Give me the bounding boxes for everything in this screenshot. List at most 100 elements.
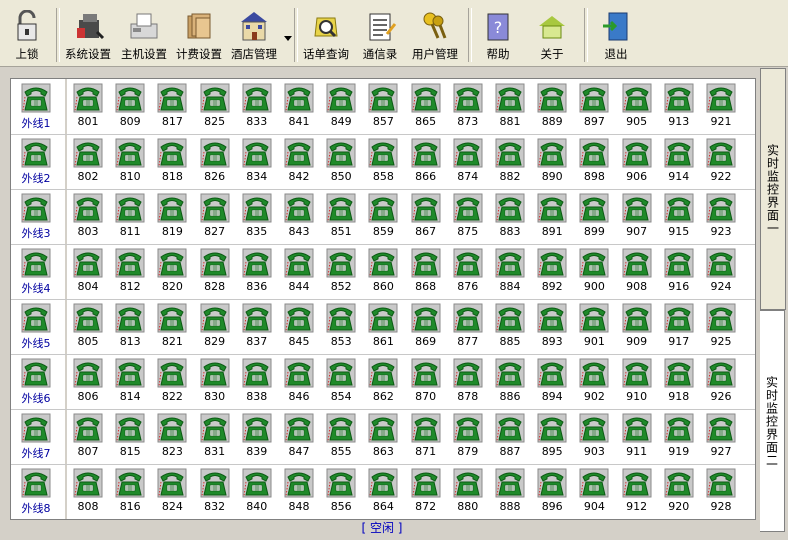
lock-button[interactable]: 上锁	[6, 6, 48, 64]
about-button[interactable]: 关于	[532, 6, 572, 64]
extension-cell[interactable]: 818	[151, 134, 193, 188]
extension-cell[interactable]: 801	[67, 79, 109, 133]
extension-cell[interactable]: 869	[405, 299, 447, 353]
extension-cell[interactable]: 839	[236, 409, 278, 463]
extension-cell[interactable]: 805	[67, 299, 109, 353]
extension-cell[interactable]: 844	[278, 244, 320, 298]
extension-cell[interactable]: 810	[109, 134, 151, 188]
extension-cell[interactable]: 803	[67, 189, 109, 243]
outside-line-cell[interactable]: 外线1	[15, 79, 57, 133]
extension-cell[interactable]: 883	[489, 189, 531, 243]
extension-cell[interactable]: 833	[236, 79, 278, 133]
extension-cell[interactable]: 852	[320, 244, 362, 298]
extension-cell[interactable]: 811	[109, 189, 151, 243]
extension-cell[interactable]: 861	[362, 299, 404, 353]
extension-cell[interactable]: 897	[573, 79, 615, 133]
extension-cell[interactable]: 865	[405, 79, 447, 133]
extension-cell[interactable]: 911	[616, 409, 658, 463]
extension-cell[interactable]: 922	[700, 134, 742, 188]
extension-cell[interactable]: 843	[278, 189, 320, 243]
outside-line-cell[interactable]: 外线3	[15, 189, 57, 243]
extension-cell[interactable]: 828	[194, 244, 236, 298]
extension-cell[interactable]: 804	[67, 244, 109, 298]
extension-cell[interactable]: 900	[573, 244, 615, 298]
extension-cell[interactable]: 866	[405, 134, 447, 188]
extension-cell[interactable]: 845	[278, 299, 320, 353]
extension-cell[interactable]: 864	[362, 464, 404, 518]
extension-cell[interactable]: 916	[658, 244, 700, 298]
extension-cell[interactable]: 874	[447, 134, 489, 188]
extension-cell[interactable]: 854	[320, 354, 362, 408]
tab-monitor-1[interactable]: 实时监控界面一	[760, 68, 786, 310]
help-button[interactable]: ? 帮助	[478, 6, 518, 64]
outside-line-cell[interactable]: 外线2	[15, 134, 57, 188]
chevron-down-icon[interactable]	[284, 36, 292, 41]
extension-cell[interactable]: 868	[405, 244, 447, 298]
host-settings-button[interactable]: 主机设置	[118, 6, 170, 64]
extension-cell[interactable]: 906	[616, 134, 658, 188]
extension-cell[interactable]: 831	[194, 409, 236, 463]
extension-cell[interactable]: 910	[616, 354, 658, 408]
outside-line-cell[interactable]: 外线6	[15, 354, 57, 408]
extension-cell[interactable]: 812	[109, 244, 151, 298]
extension-cell[interactable]: 853	[320, 299, 362, 353]
extension-cell[interactable]: 832	[194, 464, 236, 518]
extension-cell[interactable]: 860	[362, 244, 404, 298]
extension-cell[interactable]: 858	[362, 134, 404, 188]
extension-cell[interactable]: 887	[489, 409, 531, 463]
extension-cell[interactable]: 863	[362, 409, 404, 463]
extension-cell[interactable]: 886	[489, 354, 531, 408]
extension-cell[interactable]: 817	[151, 79, 193, 133]
extension-cell[interactable]: 846	[278, 354, 320, 408]
extension-cell[interactable]: 880	[447, 464, 489, 518]
billing-settings-button[interactable]: 计费设置	[173, 6, 225, 64]
extension-cell[interactable]: 856	[320, 464, 362, 518]
extension-cell[interactable]: 923	[700, 189, 742, 243]
extension-cell[interactable]: 848	[278, 464, 320, 518]
extension-cell[interactable]: 902	[573, 354, 615, 408]
extension-cell[interactable]: 835	[236, 189, 278, 243]
user-management-button[interactable]: 用户管理	[408, 6, 462, 64]
extension-cell[interactable]: 825	[194, 79, 236, 133]
outside-line-cell[interactable]: 外线8	[15, 464, 57, 518]
extension-cell[interactable]: 816	[109, 464, 151, 518]
extension-cell[interactable]: 841	[278, 79, 320, 133]
extension-cell[interactable]: 877	[447, 299, 489, 353]
extension-cell[interactable]: 889	[531, 79, 573, 133]
extension-cell[interactable]: 926	[700, 354, 742, 408]
extension-cell[interactable]: 819	[151, 189, 193, 243]
call-record-query-button[interactable]: 话单查询	[300, 6, 352, 64]
extension-cell[interactable]: 893	[531, 299, 573, 353]
extension-cell[interactable]: 870	[405, 354, 447, 408]
extension-cell[interactable]: 901	[573, 299, 615, 353]
extension-cell[interactable]: 890	[531, 134, 573, 188]
extension-cell[interactable]: 878	[447, 354, 489, 408]
extension-cell[interactable]: 829	[194, 299, 236, 353]
extension-cell[interactable]: 830	[194, 354, 236, 408]
extension-cell[interactable]: 879	[447, 409, 489, 463]
extension-cell[interactable]: 904	[573, 464, 615, 518]
extension-cell[interactable]: 808	[67, 464, 109, 518]
extension-cell[interactable]: 899	[573, 189, 615, 243]
extension-cell[interactable]: 885	[489, 299, 531, 353]
extension-cell[interactable]: 918	[658, 354, 700, 408]
extension-cell[interactable]: 867	[405, 189, 447, 243]
extension-cell[interactable]: 915	[658, 189, 700, 243]
extension-cell[interactable]: 914	[658, 134, 700, 188]
tab-monitor-2[interactable]: 实时监控界面二	[760, 310, 785, 532]
extension-cell[interactable]: 882	[489, 134, 531, 188]
extension-cell[interactable]: 921	[700, 79, 742, 133]
extension-cell[interactable]: 813	[109, 299, 151, 353]
extension-cell[interactable]: 806	[67, 354, 109, 408]
extension-cell[interactable]: 824	[151, 464, 193, 518]
extension-cell[interactable]: 851	[320, 189, 362, 243]
extension-cell[interactable]: 840	[236, 464, 278, 518]
outside-line-cell[interactable]: 外线5	[15, 299, 57, 353]
extension-cell[interactable]: 837	[236, 299, 278, 353]
extension-cell[interactable]: 924	[700, 244, 742, 298]
hotel-management-button[interactable]: 酒店管理	[228, 6, 280, 64]
extension-cell[interactable]: 903	[573, 409, 615, 463]
extension-cell[interactable]: 888	[489, 464, 531, 518]
outside-line-cell[interactable]: 外线4	[15, 244, 57, 298]
extension-cell[interactable]: 907	[616, 189, 658, 243]
